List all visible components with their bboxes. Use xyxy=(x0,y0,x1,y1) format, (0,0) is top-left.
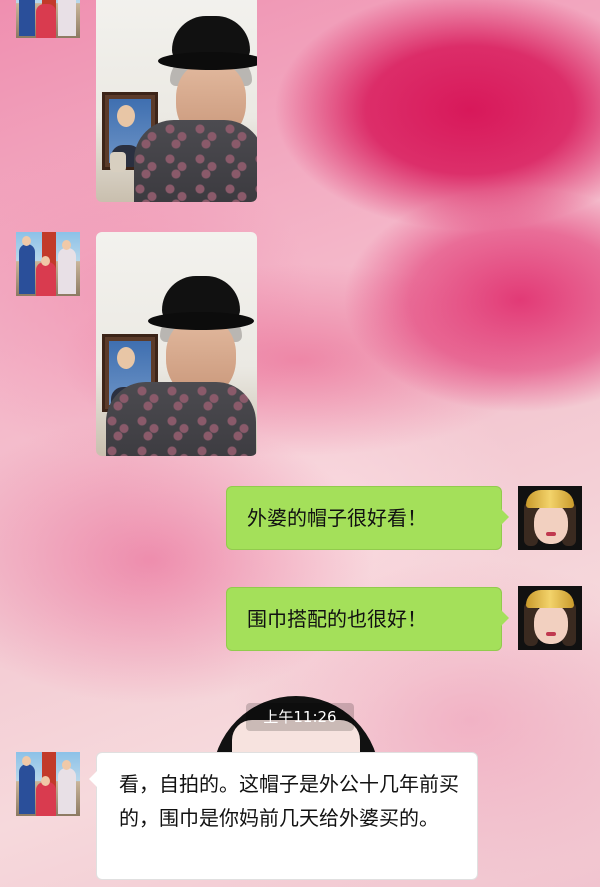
outgoing-message-bubble[interactable]: 围巾搭配的也很好！ xyxy=(226,587,509,651)
photo-message[interactable] xyxy=(96,0,257,202)
my-avatar[interactable] xyxy=(518,486,582,550)
photo-message[interactable] xyxy=(96,232,257,456)
contact-avatar[interactable] xyxy=(16,0,80,38)
my-avatar[interactable] xyxy=(518,586,582,650)
message-timestamp: 上午11:26 xyxy=(246,703,354,731)
outgoing-message-bubble[interactable]: 外婆的帽子很好看！ xyxy=(226,486,509,550)
contact-avatar[interactable] xyxy=(16,232,80,296)
message-text: 外婆的帽子很好看！ xyxy=(247,506,427,530)
message-text: 看，自拍的。这帽子是外公十几年前买的，围巾是你妈前几天给外婆买的。 xyxy=(119,772,459,830)
incoming-message-bubble[interactable]: 看，自拍的。这帽子是外公十几年前买的，围巾是你妈前几天给外婆买的。 xyxy=(89,752,478,880)
message-text: 围巾搭配的也很好！ xyxy=(247,607,427,631)
contact-avatar[interactable] xyxy=(16,752,80,816)
